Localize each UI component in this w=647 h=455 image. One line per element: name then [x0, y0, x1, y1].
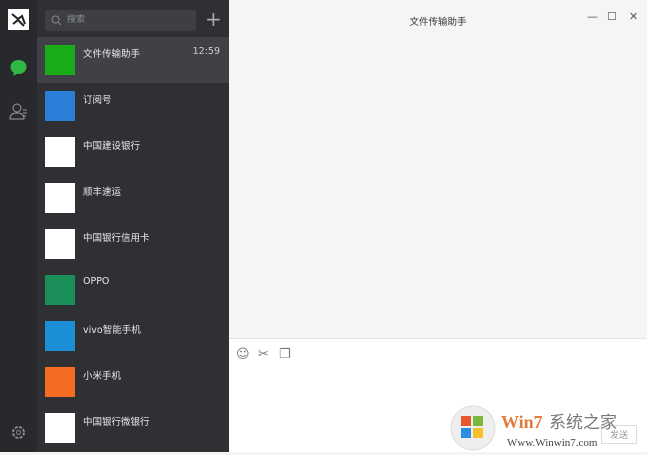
chat-list-item[interactable]: 中国银行信用卡	[37, 221, 229, 267]
chat-name: 中国银行信用卡	[83, 233, 150, 244]
chat-name: OPPO	[83, 276, 110, 287]
chat-avatar	[45, 275, 75, 305]
chat-avatar	[45, 229, 75, 259]
chat-time: 12:59	[192, 46, 220, 57]
contacts-icon[interactable]	[8, 101, 29, 122]
add-button[interactable]: +	[205, 8, 222, 30]
chat-avatar	[45, 137, 75, 167]
avatar[interactable]	[8, 9, 29, 30]
chat-name: 小米手机	[83, 371, 122, 382]
chat-panel: 文件传输助手 — ☐ ✕ ☺ ✂ ❐ 发送 Win7 系统之家 Www.Winwin…	[229, 0, 647, 452]
close-button[interactable]: ✕	[629, 10, 638, 23]
chat-name: 订阅号	[83, 95, 112, 106]
chat-title: 文件传输助手	[409, 17, 467, 28]
search-icon	[51, 15, 62, 26]
chat-name: vivo智能手机	[83, 325, 141, 336]
chat-icon[interactable]	[8, 57, 29, 78]
chat-list-item[interactable]: 小米手机	[37, 359, 229, 405]
chat-name: 中国建设银行	[83, 141, 141, 152]
chat-list-item[interactable]: vivo智能手机	[37, 313, 229, 359]
minimize-button[interactable]: —	[587, 10, 598, 23]
search-placeholder: 搜索	[67, 15, 86, 25]
chat-avatar	[45, 183, 75, 213]
chat-list-item[interactable]: 中国银行微银行	[37, 405, 229, 451]
chat-list-item[interactable]: 订阅号	[37, 83, 229, 129]
emoji-icon[interactable]: ☺	[236, 347, 250, 362]
nav-sidebar	[0, 0, 37, 452]
chat-list-item[interactable]: OPPO	[37, 267, 229, 313]
search-input[interactable]: 搜索	[45, 10, 196, 31]
chat-list-item[interactable]: 顺丰速运	[37, 175, 229, 221]
settings-icon[interactable]	[8, 422, 29, 443]
file-icon[interactable]: ❐	[279, 347, 291, 362]
chat-avatar	[45, 321, 75, 351]
svg-text:Win7: Win7	[501, 412, 543, 432]
chat-list-panel: 搜索 + 文件传输助手 12:59 订阅号中国建设银行 顺丰速运中国银行信用卡 OPPO…	[37, 0, 229, 452]
chat-avatar	[45, 413, 75, 443]
chat-list-item[interactable]: 文件传输助手 12:59	[37, 37, 229, 83]
chat-list-item[interactable]: 中国建设银行	[37, 129, 229, 175]
svg-text:Www.Winwin7.com: Www.Winwin7.com	[507, 437, 598, 449]
chat-avatar	[45, 91, 75, 121]
chat-avatar	[45, 45, 75, 75]
chat-avatar	[45, 367, 75, 397]
watermark-logo: Win7 系统之家 Www.Winwin7.com	[449, 404, 647, 452]
scissors-icon[interactable]: ✂	[258, 347, 269, 362]
chat-name: 中国银行微银行	[83, 417, 150, 428]
message-input[interactable]: ☺ ✂ ❐ 发送 Win7 系统之家 Www.Winwin7.com	[229, 338, 647, 452]
chat-name: 文件传输助手	[83, 49, 141, 60]
maximize-button[interactable]: ☐	[607, 10, 617, 23]
chat-name: 顺丰速运	[83, 187, 122, 198]
svg-text:系统之家: 系统之家	[549, 413, 617, 433]
